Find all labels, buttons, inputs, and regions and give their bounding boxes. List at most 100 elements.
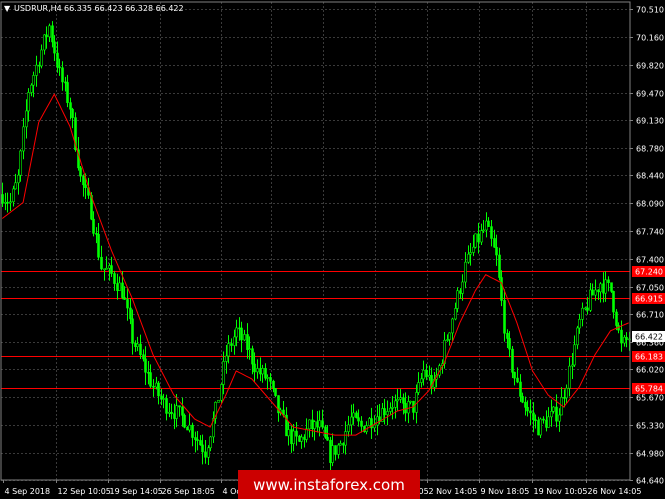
candle-body [100, 256, 103, 270]
candle-body [131, 318, 134, 344]
candle-body [292, 430, 295, 444]
candle-body [220, 384, 223, 401]
candle-body [313, 421, 316, 430]
candle-body [521, 396, 524, 403]
candle-body [308, 419, 311, 430]
candle-body [194, 437, 197, 440]
y-tick-label: 68.780 [636, 145, 664, 154]
candle-body [396, 399, 399, 402]
collapse-arrow-icon[interactable]: ▼ [4, 4, 11, 13]
candle-body [181, 406, 184, 416]
candle-body [287, 429, 290, 437]
candle-body [175, 405, 178, 419]
candle-body [139, 343, 142, 356]
y-tick-label: 68.440 [636, 172, 664, 181]
candle-body [53, 41, 56, 54]
candle-body [469, 252, 472, 255]
candle-body [269, 377, 272, 382]
candle-body [253, 363, 256, 373]
level-label: 66.915 [635, 295, 663, 304]
candle-body [420, 378, 423, 383]
candle-body [272, 380, 275, 389]
candle-body [43, 34, 46, 51]
candle-body [217, 399, 220, 403]
candle-body [84, 184, 87, 188]
candle-body [547, 416, 550, 428]
candle-body [373, 424, 376, 429]
candle-body [550, 411, 553, 418]
candle-body [274, 388, 277, 396]
candle-body [71, 108, 74, 118]
candle-body [22, 126, 25, 152]
candle-body [454, 308, 457, 320]
candle-body [116, 283, 119, 291]
candle-body [324, 426, 327, 438]
candle-body [95, 233, 98, 235]
candle-body [467, 253, 470, 263]
candle-body [391, 407, 394, 409]
candle-body [240, 327, 243, 341]
level-label: 66.183 [635, 353, 663, 362]
x-tick-label: 26 Nov 14:05 [588, 487, 642, 496]
candle-body [511, 348, 514, 373]
candle-body [331, 445, 334, 463]
candle-body [565, 387, 568, 399]
candle-body [186, 426, 189, 431]
candle-body [448, 332, 451, 340]
candle-body [352, 412, 355, 418]
candle-body [524, 401, 527, 408]
candle-body [591, 289, 594, 296]
y-tick-label: 69.130 [636, 117, 664, 126]
candle-body [225, 355, 228, 362]
y-tick-label: 68.090 [636, 200, 664, 209]
candle-body [464, 261, 467, 283]
candle-body [152, 385, 155, 388]
candle-body [555, 406, 558, 422]
candle-body [183, 414, 186, 428]
candle-body [386, 411, 389, 416]
candle-body [6, 201, 9, 204]
candle-body [344, 431, 347, 446]
candle-body [318, 420, 321, 428]
x-tick-label: 2 Nov 14:05 [429, 487, 478, 496]
candle-body [339, 443, 342, 446]
y-tick-label: 66.020 [636, 366, 664, 375]
candle-body [347, 424, 350, 432]
candle-body [256, 368, 259, 373]
candle-body [25, 110, 28, 128]
candle-body [389, 407, 392, 412]
candle-body [506, 332, 509, 339]
candle-body [4, 201, 7, 204]
candle-body [599, 283, 602, 293]
candle-body [149, 372, 152, 387]
candle-body [383, 408, 386, 416]
candle-body [204, 451, 207, 458]
x-tick-label: 12 Sep 10:05 [58, 487, 111, 496]
candle-body [162, 398, 165, 400]
candle-body [422, 369, 425, 380]
candle-body [305, 428, 308, 440]
candle-body [558, 414, 561, 422]
candle-body [461, 281, 464, 294]
candle-body [498, 254, 501, 278]
candle-body [532, 412, 535, 421]
x-tick-label: 26 Sep 18:05 [162, 487, 215, 496]
candle-body [142, 354, 145, 360]
candle-body [404, 402, 407, 414]
candle-body [188, 424, 191, 431]
candle-body [207, 447, 210, 458]
candle-body [238, 327, 241, 330]
candle-body [480, 230, 483, 243]
candle-body [581, 307, 584, 320]
candle-body [409, 400, 412, 403]
candle-body [157, 382, 160, 397]
candle-body [472, 246, 475, 253]
x-tick-label: 19 Nov 10:05 [534, 487, 588, 496]
candle-body [355, 412, 358, 419]
candle-body [9, 201, 12, 204]
candle-body [196, 439, 199, 441]
candle-body [191, 424, 194, 438]
candle-body [82, 175, 85, 186]
ohlc-values: 66.335 66.423 66.328 66.422 [64, 4, 184, 13]
candle-body [552, 406, 555, 412]
